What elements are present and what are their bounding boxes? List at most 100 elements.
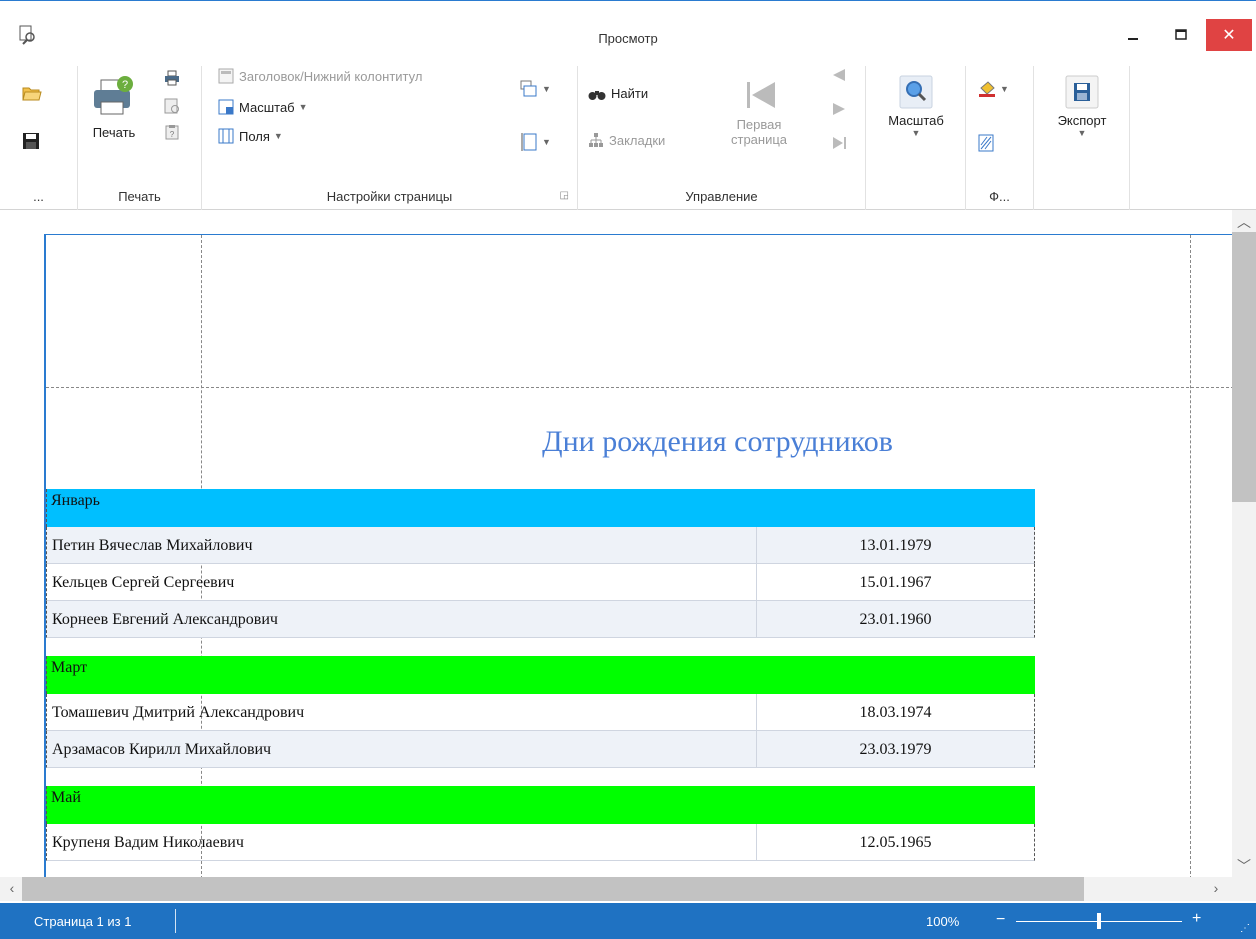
scrollbar-corner [1232,877,1256,901]
scale-icon [218,99,234,115]
scale-dropdown[interactable]: Масштаб ▼ [218,99,308,115]
header-footer-button[interactable]: Заголовок/Нижний колонтитул [218,68,422,84]
horizontal-scrollbar[interactable]: ‹ › [0,877,1232,901]
previous-page-icon [833,69,845,81]
next-page-button[interactable] [832,102,846,116]
zoom-percentage[interactable]: 100% [926,914,959,929]
birth-date: 15.01.1967 [859,574,932,591]
zoom-label: Масштаб [888,113,944,128]
page-setup-dialog-button[interactable] [164,98,180,114]
export-dropdown-button[interactable]: Экспорт ▼ [1042,74,1122,138]
watermark-button[interactable] [978,134,994,152]
first-page-label-line1: Первая [736,117,782,132]
horizontal-scroll-thumb[interactable] [22,877,1084,901]
bookmarks-button[interactable]: Закладки [588,132,665,148]
next-page-icon [833,103,845,115]
zoom-group: Масштаб ▼ [866,66,966,210]
report-page: Дни рождения сотрудников Январь Петин Вяч… [44,234,1234,884]
chevron-down-icon: ▼ [298,102,308,112]
birth-date: 23.03.1979 [859,741,932,758]
employee-name: Арзамасов Кирилл Михайлович [47,731,757,767]
scale-label: Масштаб [239,99,295,115]
document-viewer[interactable]: Дни рождения сотрудников Январь Петин Вяч… [0,210,1256,910]
chevron-down-icon: ▼ [273,131,283,141]
paint-bucket-icon [979,81,995,97]
print-group-caption: Печать [118,189,161,204]
background-group: ▼ Ф... [966,66,1034,210]
scroll-down-icon[interactable]: ﹀ [1232,856,1256,876]
orientation-icon [520,80,537,97]
birth-date: 23.01.1960 [859,611,932,628]
page-indicator: Страница 1 из 1 [34,914,132,929]
page-setup-caption: Настройки страницы [326,189,453,204]
export-group: Экспорт ▼ [1034,66,1130,210]
file-group-caption[interactable]: ... [0,189,77,204]
employee-name: Крупеня Вадим Николаевич [47,824,757,860]
scroll-left-icon[interactable]: ‹ [0,880,24,896]
background-caption[interactable]: Ф... [966,189,1033,204]
save-button[interactable] [22,132,40,150]
zoom-in-button[interactable]: + [1192,910,1201,928]
watermark-icon [978,134,994,152]
file-group: ... [0,66,78,210]
vertical-scrollbar[interactable]: ︿ ﹀ [1232,210,1256,877]
minimize-icon [1128,38,1138,40]
table-row: Арзамасов Кирилл Михайлович 23.03.1979 [46,731,1035,768]
scroll-up-icon[interactable]: ︿ [1232,212,1256,232]
zoom-slider-thumb[interactable] [1097,913,1101,929]
page-setup-icon [164,98,179,114]
table-row: Кельцев Сергей Сергеевич 15.01.1967 [46,564,1035,601]
status-separator [175,909,176,933]
table-row: Крупеня Вадим Николаевич 12.05.1965 [46,824,1035,861]
vertical-scroll-thumb[interactable] [1232,232,1256,502]
zoom-out-button[interactable]: − [996,911,1005,929]
margins-dropdown[interactable]: Поля ▼ [218,128,283,144]
dialog-launcher-icon[interactable]: ◲ [560,190,569,201]
binoculars-icon [588,90,606,100]
employee-name: Корнеев Евгений Александрович [47,601,757,637]
quick-print-button[interactable] [164,70,180,86]
maximize-button[interactable] [1158,19,1204,51]
margin-guide-right [1190,235,1191,884]
find-label: Найти [611,86,649,101]
margins-label: Поля [239,128,270,144]
paper-size-dropdown[interactable]: ▼ [520,132,551,152]
bookmarks-icon [589,133,603,147]
first-page-button[interactable]: Первая страница [724,74,794,147]
svg-text:?: ? [122,79,128,91]
resize-grip-icon[interactable]: ⋰ [1240,923,1250,934]
chevron-down-icon: ▼ [1077,128,1087,138]
last-page-button[interactable] [832,136,848,150]
close-button[interactable]: ✕ [1206,19,1252,51]
maximize-icon [1175,29,1187,40]
export-icon [1065,75,1099,109]
employee-name: Петин Вячеслав Михайлович [47,527,757,563]
ribbon: ... ? Печать ? Печать Заголовок/Нижний к… [0,56,1256,210]
print-button[interactable]: ? Печать [86,74,142,140]
orientation-dropdown[interactable]: ▼ [520,80,551,98]
find-button[interactable]: Найти [588,86,648,101]
print-label: Печать [92,125,136,140]
open-button[interactable] [22,84,42,102]
minimize-button[interactable] [1110,19,1156,51]
scroll-right-icon[interactable]: › [1204,880,1228,896]
employee-name: Кельцев Сергей Сергеевич [47,564,757,600]
chevron-down-icon: ▼ [542,84,551,94]
table-row: Корнеев Евгений Александрович 23.01.1960 [46,601,1035,638]
paper-size-icon [521,133,537,151]
previous-page-button[interactable] [832,68,846,82]
month-group-header: Май [46,786,1035,824]
magnifier-icon [899,75,933,109]
margin-guide-top [46,387,1234,388]
first-page-icon [747,82,775,108]
birth-date: 12.05.1965 [859,834,932,851]
chevron-down-icon: ▼ [1000,84,1009,94]
chevron-down-icon: ▼ [542,137,551,147]
print-group: ? Печать ? Печать [78,66,202,210]
zoom-dropdown-button[interactable]: Масштаб ▼ [874,74,958,138]
window-title: Просмотр [598,31,658,46]
last-page-icon [833,137,846,149]
parameters-button[interactable]: ? [164,124,180,140]
svg-text:?: ? [170,130,175,139]
page-color-dropdown[interactable]: ▼ [978,80,1009,98]
